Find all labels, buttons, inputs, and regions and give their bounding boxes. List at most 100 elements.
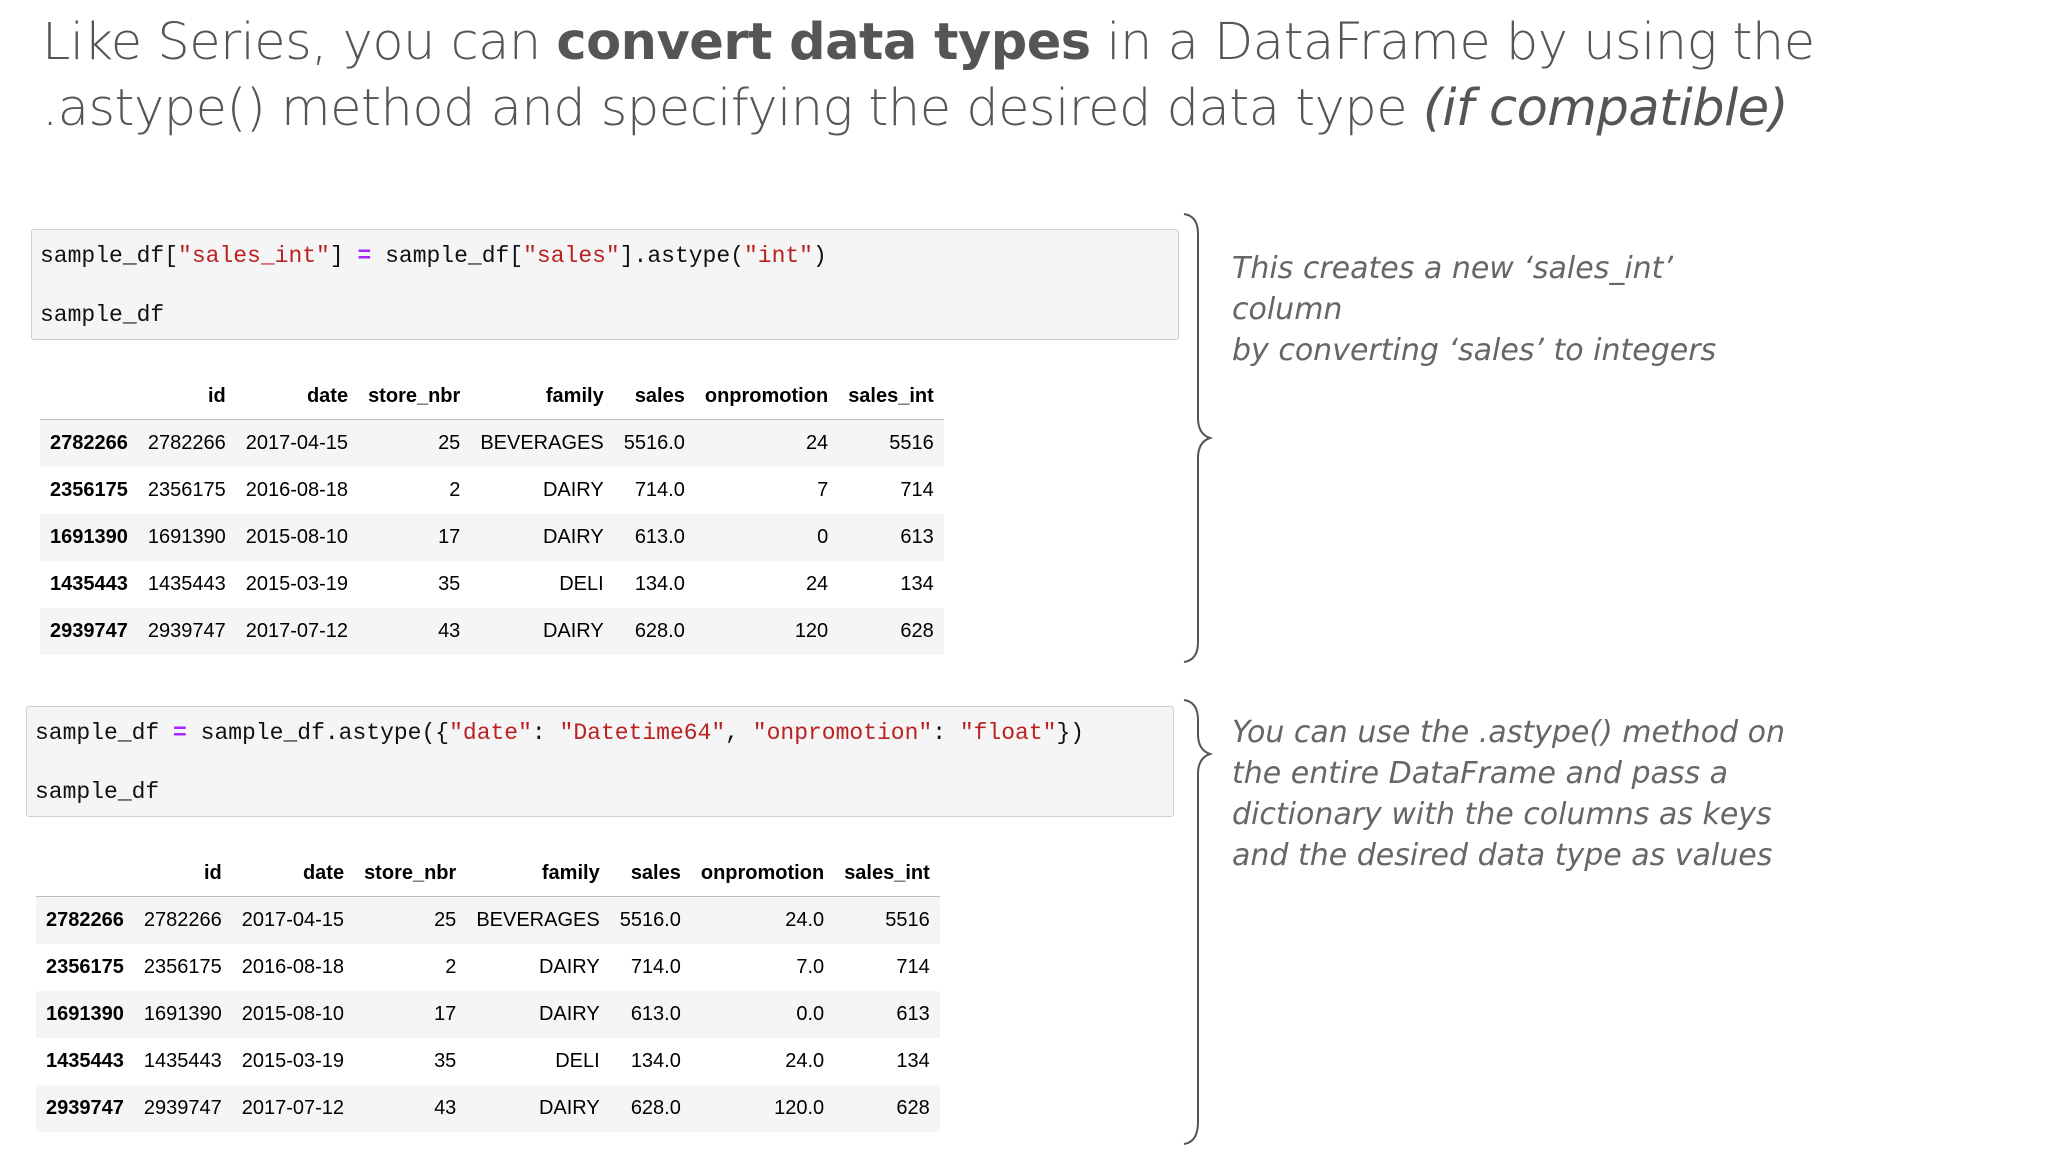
- table-cell: 628: [900, 620, 934, 642]
- column-header: family: [470, 373, 614, 420]
- table-header-row: id date store_nbr family sales onpromotion sal…: [36, 850, 940, 897]
- annotation-note-2: You can use the .astype() method on the …: [1232, 712, 1792, 876]
- table-cell: 628.0: [634, 620, 685, 642]
- table-cell: 24.0: [785, 909, 825, 931]
- code-token: ]: [329, 243, 358, 269]
- row-index: 2356175: [46, 956, 124, 978]
- column-header: family: [466, 850, 610, 897]
- table-cell: 43: [434, 1097, 457, 1119]
- table-cell: 25: [434, 909, 457, 931]
- table-cell: 24: [805, 432, 829, 454]
- code-line: sample_df = sample_df.astype({"date": "D…: [35, 718, 1084, 748]
- table-cell: 2782266: [143, 909, 222, 931]
- row-index: 2782266: [50, 432, 128, 454]
- table-cell: 35: [434, 1050, 457, 1072]
- table-cell: 1691390: [147, 526, 226, 548]
- table-cell: DAIRY: [538, 1097, 600, 1119]
- index-header: [36, 850, 134, 897]
- table-cell: 714: [900, 479, 934, 501]
- code-token: sample_df[: [40, 243, 179, 269]
- note-line: This creates a new ‘sales_int’ column: [1232, 251, 1673, 327]
- table-cell: 0: [817, 526, 829, 548]
- table-row: 2782266 2782266 2017-04-15 25 BEVERAGES 5516.…: [36, 896, 940, 944]
- column-header: id: [137, 373, 236, 420]
- table-cell: 2016-08-18: [245, 479, 349, 501]
- note-line: dictionary with the columns as keys: [1232, 797, 1772, 832]
- column-header: date: [231, 850, 355, 897]
- code-string: "sales_int": [178, 243, 330, 269]
- table-cell: 2017-07-12: [245, 620, 349, 642]
- code-token: sample_df.astype({: [186, 720, 450, 746]
- table-cell: 2: [445, 956, 457, 978]
- row-index: 1435443: [50, 573, 128, 595]
- code-string: "onpromotion": [752, 720, 933, 746]
- row-index: 2782266: [46, 909, 124, 931]
- code-token: }): [1056, 720, 1085, 746]
- column-header: id: [133, 850, 232, 897]
- table-cell: 7: [817, 479, 829, 501]
- table-cell: 2015-03-19: [245, 573, 349, 595]
- table-cell: 2356175: [143, 956, 222, 978]
- slide-title: Like Series, you can convert data types …: [42, 10, 1992, 142]
- dataframe-output-1: id date store_nbr family sales onpromotion sal…: [40, 373, 944, 655]
- code-string: "Datetime64": [559, 720, 726, 746]
- code-operator: =: [173, 720, 187, 746]
- row-index: 1435443: [46, 1050, 124, 1072]
- table-row: 1435443 1435443 2015-03-19 35 DELI 134.0 24.0 1…: [36, 1038, 940, 1085]
- code-line: sample_df: [40, 302, 165, 328]
- table-row: 2356175 2356175 2016-08-18 2 DAIRY 714.0 7.0 71…: [36, 944, 940, 991]
- column-header: onpromotion: [694, 373, 839, 420]
- table-cell: 613: [896, 1003, 930, 1025]
- title-italic-text: (if compatible): [1422, 79, 1789, 138]
- table-cell: 1435443: [143, 1050, 222, 1072]
- table-cell: 2015-08-10: [241, 1003, 345, 1025]
- table-cell: 628.0: [630, 1097, 681, 1119]
- column-header: sales: [613, 373, 695, 420]
- code-operator: =: [357, 243, 372, 269]
- curly-brace-1: [1183, 213, 1214, 663]
- code-string: "int": [743, 243, 813, 269]
- table-header-row: id date store_nbr family sales onpromotion sal…: [40, 373, 944, 420]
- table-cell: 134.0: [630, 1050, 681, 1072]
- table-cell: 2017-07-12: [241, 1097, 345, 1119]
- note-line: by converting ‘sales’ to integers: [1232, 333, 1717, 368]
- table-cell: 2016-08-18: [241, 956, 345, 978]
- table-cell: 24: [805, 573, 829, 595]
- note-line: the entire DataFrame and pass a: [1232, 756, 1729, 791]
- row-index: 2356175: [50, 479, 128, 501]
- table-cell: 2939747: [147, 620, 226, 642]
- dataframe-output-2: id date store_nbr family sales onpromotion sal…: [36, 850, 940, 1132]
- table-cell: 714.0: [630, 956, 681, 978]
- code-token: sample_df: [35, 720, 174, 746]
- column-header: store_nbr: [358, 373, 471, 420]
- table-cell: 43: [438, 620, 461, 642]
- table-cell: 5516: [889, 432, 934, 454]
- code-token: ].astype(: [619, 243, 744, 269]
- table-row: 1435443 1435443 2015-03-19 35 DELI 134.0 24 134: [40, 561, 944, 608]
- table-cell: 134: [896, 1050, 930, 1072]
- code-string: "sales": [523, 243, 620, 269]
- column-header: sales_int: [834, 850, 940, 897]
- table-cell: 17: [434, 1003, 457, 1025]
- table-cell: 2: [449, 479, 461, 501]
- row-index: 2939747: [50, 620, 128, 642]
- table-cell: DELI: [555, 1050, 600, 1072]
- table-cell: 2939747: [143, 1097, 222, 1119]
- code-string: "float": [959, 720, 1057, 746]
- table-cell: 714.0: [634, 479, 685, 501]
- table-row: 1691390 1691390 2015-08-10 17 DAIRY 613.0 0 613: [40, 514, 944, 561]
- table-cell: BEVERAGES: [476, 909, 600, 931]
- table-cell: 134: [900, 573, 934, 595]
- curly-brace-2: [1183, 699, 1214, 1145]
- row-index: 2939747: [46, 1097, 124, 1119]
- code-cell-2[interactable]: sample_df = sample_df.astype({"date": "D…: [26, 706, 1174, 817]
- table-cell: 1691390: [143, 1003, 222, 1025]
- table-cell: 5516: [885, 909, 930, 931]
- code-cell-1[interactable]: sample_df["sales_int"] = sample_df["sale…: [31, 229, 1179, 340]
- table-cell: 17: [438, 526, 461, 548]
- table-cell: 5516.0: [623, 432, 685, 454]
- table-row: 1691390 1691390 2015-08-10 17 DAIRY 613.0 0.0 6…: [36, 991, 940, 1038]
- table-row: 2939747 2939747 2017-07-12 43 DAIRY 628.0 120.…: [36, 1085, 940, 1132]
- table-cell: DAIRY: [538, 956, 600, 978]
- code-line: sample_df: [35, 779, 160, 805]
